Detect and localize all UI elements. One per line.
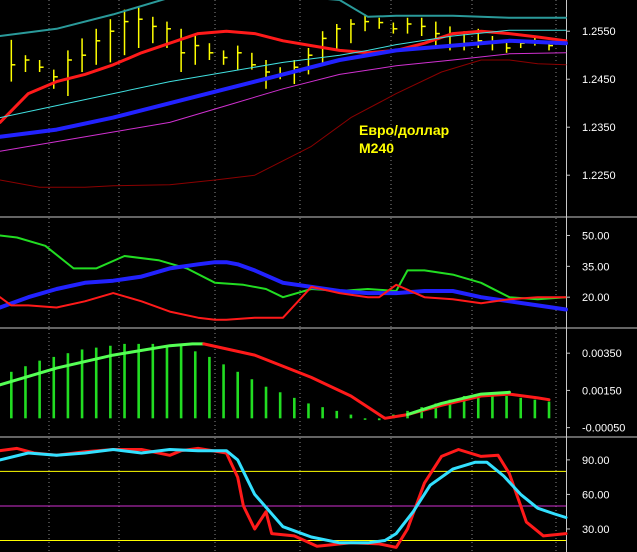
series-line <box>0 342 206 387</box>
histogram-bar <box>179 345 183 419</box>
histogram-bar <box>335 410 339 419</box>
histogram-bar <box>123 343 126 419</box>
y-tick-label: 1.2550 <box>582 26 616 38</box>
y-tick-label: 60.00 <box>582 489 610 501</box>
histogram-bar <box>533 399 537 419</box>
series-line <box>202 342 551 420</box>
stochastic-panel: 90.00 60.00 30.00 <box>0 438 610 552</box>
y-tick-label: -0.00050 <box>582 423 625 435</box>
series-line <box>0 234 567 301</box>
histogram-bar <box>519 397 523 419</box>
histogram-bar <box>349 414 353 419</box>
histogram-bar <box>80 349 84 419</box>
y-tick-label: 1.2350 <box>582 122 616 134</box>
histogram-bar <box>193 351 197 419</box>
histogram-bar <box>491 394 494 419</box>
histogram-bar <box>264 386 268 419</box>
histogram-bar <box>321 407 324 419</box>
chart-annotation: Евро/доллар <box>359 122 449 138</box>
y-tick-label: 1.2450 <box>582 74 616 86</box>
y-tick-label: 90.00 <box>582 455 610 467</box>
y-tick-label: 0.00350 <box>582 348 622 360</box>
price-panel: 1.2550 1.2450 1.2350 1.2250 Евро/доллар M240 <box>0 0 616 216</box>
y-tick-label: 50.00 <box>582 230 610 242</box>
histogram-bar <box>505 395 508 419</box>
dmi-panel: 50.00 35.00 20.00 <box>0 218 610 327</box>
macd-panel: 0.00350 0.00150 -0.00050 <box>0 329 625 436</box>
y-tick-label: 0.00150 <box>582 385 622 397</box>
histogram-bar <box>10 371 13 419</box>
series-line <box>0 52 567 152</box>
chart-annotation: M240 <box>359 140 394 156</box>
histogram-bar <box>52 356 56 419</box>
histogram-bar <box>547 401 551 419</box>
histogram-bar <box>208 356 211 419</box>
histogram-bar <box>307 403 310 419</box>
histogram-bar <box>236 371 240 419</box>
histogram-bar <box>137 343 140 419</box>
histogram-bar <box>24 366 27 419</box>
y-tick-label: 1.2250 <box>582 170 616 182</box>
histogram-bar <box>363 418 367 420</box>
histogram-bar <box>377 418 381 421</box>
y-tick-label: 35.00 <box>582 261 610 273</box>
series-line <box>0 283 567 321</box>
histogram-bar <box>66 353 70 419</box>
histogram-bar <box>293 397 296 419</box>
y-tick-label: 30.00 <box>582 524 610 536</box>
series-line <box>0 448 568 545</box>
histogram-bar <box>250 379 254 419</box>
histogram-bar <box>222 364 225 419</box>
histogram-bar <box>165 345 169 419</box>
histogram-bar <box>278 392 282 419</box>
histogram-bar <box>38 360 41 419</box>
histogram-bar <box>151 343 155 419</box>
chart-canvas: 1.2550 1.2450 1.2350 1.2250 Евро/доллар M240 5… <box>0 0 637 552</box>
y-tick-label: 20.00 <box>582 292 610 304</box>
